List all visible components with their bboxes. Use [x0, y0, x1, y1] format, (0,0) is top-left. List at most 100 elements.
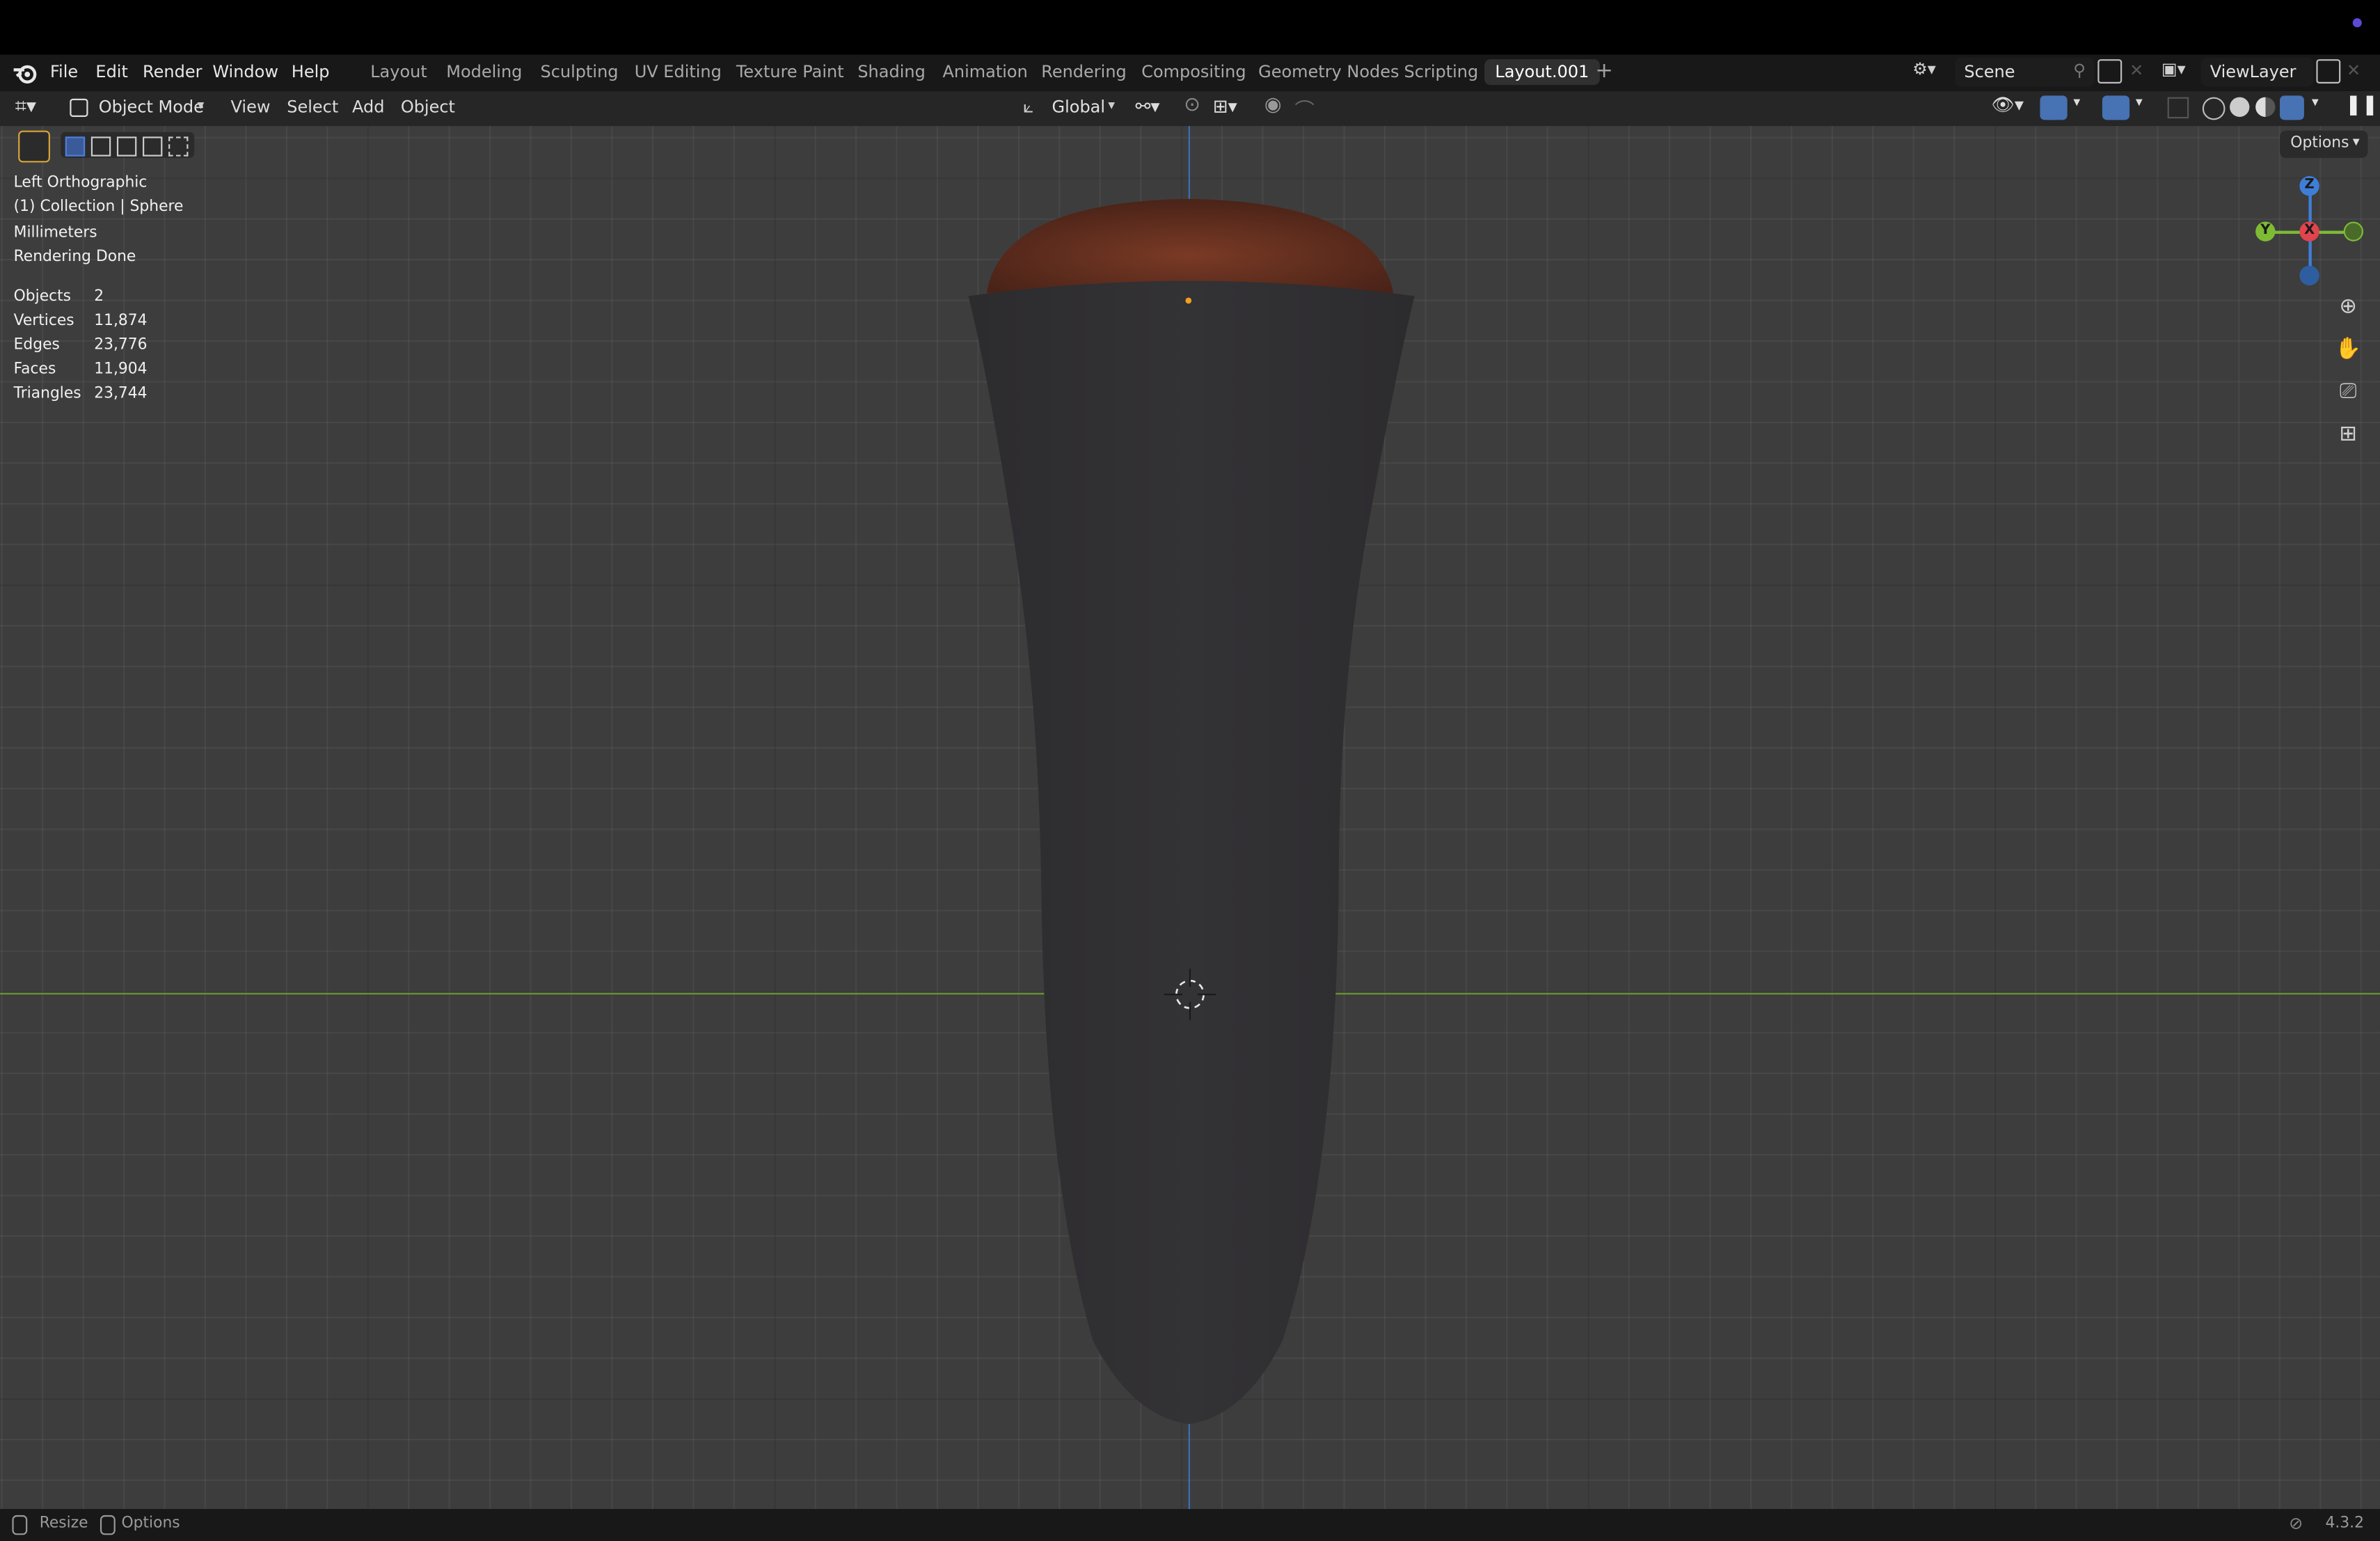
mouse-icon — [12, 1515, 28, 1535]
chevron-down-icon[interactable]: ▾ — [2073, 95, 2080, 111]
transform-orientation-label: Global — [1052, 97, 1106, 117]
zoom-icon[interactable]: ⊕ — [2331, 290, 2365, 324]
rendered-shading-icon[interactable] — [2280, 95, 2304, 120]
snap-target-icon[interactable]: ⊞▾ — [1213, 95, 1237, 117]
stat-value-faces: 11,904 — [94, 361, 148, 379]
network-off-icon: ⊘ — [2289, 1513, 2303, 1534]
viewport-header: ⌗▾ Object Mode ▾ View Select Add Object … — [0, 90, 2380, 127]
gizmo-neg-z-axis[interactable] — [2299, 265, 2319, 286]
tab-uv-editing[interactable]: UV Editing — [635, 62, 722, 81]
menu-help[interactable]: Help — [292, 62, 330, 81]
view-layer-name: ViewLayer — [2210, 62, 2296, 82]
3d-viewport[interactable]: Options ▾ Left Orthographic (1) Collecti… — [0, 126, 2380, 1510]
options-label: Options — [2290, 135, 2349, 152]
tab-shading[interactable]: Shading — [857, 62, 925, 81]
menu-edit[interactable]: Edit — [95, 62, 127, 81]
tab-rendering[interactable]: Rendering — [1041, 62, 1127, 81]
blender-logo-icon[interactable] — [12, 61, 39, 85]
material-shading-icon[interactable] — [2255, 97, 2276, 117]
menu-add[interactable]: Add — [352, 97, 384, 117]
chevron-down-icon[interactable]: ▾ — [2136, 95, 2143, 111]
units-info: Millimeters — [13, 224, 97, 242]
stat-label-objects: Objects — [13, 288, 72, 306]
view-name: Left Orthographic — [13, 174, 148, 191]
camera-icon[interactable]: ⎚ — [2331, 375, 2365, 409]
menu-select[interactable]: Select — [287, 97, 338, 117]
falloff-icon[interactable]: ⌒ — [1294, 94, 1314, 123]
close-icon[interactable]: ✕ — [2129, 61, 2143, 80]
menu-view[interactable]: View — [231, 97, 271, 117]
proportional-edit-icon[interactable]: ◉ — [1264, 94, 1282, 117]
grid-toggle-icon[interactable]: ⊞ — [2331, 418, 2365, 451]
gizmo-y-axis[interactable]: Y — [2255, 221, 2276, 242]
tab-modeling[interactable]: Modeling — [446, 62, 522, 81]
scene-name: Scene — [1964, 62, 2015, 82]
remove-view-layer-icon[interactable]: ✕ — [2347, 61, 2361, 80]
object-mode-label: Object Mode — [98, 97, 204, 117]
select-intersect-icon[interactable] — [168, 136, 189, 157]
gizmo-neg-y-axis[interactable] — [2343, 221, 2364, 242]
stat-value-edges: 23,776 — [94, 337, 148, 354]
select-new-icon[interactable] — [65, 136, 86, 157]
menu-window[interactable]: Window — [212, 62, 278, 81]
transform-orientation-dropdown[interactable]: ⟀ Global ▾ — [1020, 94, 1123, 121]
editor-type-icon[interactable]: ⌗▾ — [15, 95, 36, 118]
tab-sculpting[interactable]: Sculpting — [540, 62, 618, 81]
pivot-icon[interactable]: ⚯▾ — [1135, 95, 1159, 117]
pause-render-icon[interactable]: ❚❚ — [2345, 94, 2379, 117]
transform-orientation-icon: ⟀ — [1023, 95, 1034, 117]
visibility-icon[interactable]: 👁▾ — [1992, 94, 2024, 116]
object-mode-dropdown[interactable]: Object Mode ▾ — [65, 94, 211, 121]
stat-label-vertices: Vertices — [13, 313, 74, 330]
gizmo-x-axis[interactable]: X — [2299, 221, 2319, 242]
select-invert-icon[interactable] — [143, 136, 163, 157]
gizmo-z-axis[interactable]: Z — [2299, 176, 2319, 196]
add-workspace-icon[interactable]: + — [1595, 59, 1613, 84]
selection-mode-group[interactable] — [61, 132, 195, 158]
select-extend-icon[interactable] — [90, 136, 111, 157]
navigation-gizmo[interactable]: Z Y X — [2251, 171, 2372, 293]
tab-animation[interactable]: Animation — [942, 62, 1027, 81]
menu-render[interactable]: Render — [143, 62, 202, 81]
blender-window: File Edit Render Window Help Layout Mode… — [0, 0, 2380, 1541]
stat-label-edges: Edges — [13, 337, 60, 354]
select-subtract-icon[interactable] — [116, 136, 137, 157]
scene-name-field[interactable]: Scene ⚲ — [1955, 57, 2095, 87]
stat-value-triangles: 23,744 — [94, 386, 148, 403]
sphere-object[interactable] — [941, 187, 1442, 1446]
gizmo-icon[interactable] — [2040, 95, 2068, 120]
chevron-down-icon[interactable]: ▾ — [2312, 95, 2319, 111]
tab-geometry-nodes[interactable]: Geometry Nodes — [1258, 62, 1399, 81]
pin-icon[interactable]: ⚲ — [2073, 61, 2086, 80]
wireframe-shading-icon[interactable] — [2202, 97, 2226, 120]
xray-icon[interactable] — [2167, 97, 2189, 119]
menu-file[interactable]: File — [50, 62, 78, 81]
tab-layout[interactable]: Layout — [370, 62, 427, 81]
scene-selector-icon[interactable]: ⚙▾ — [1912, 59, 1952, 86]
select-box-icon[interactable] — [18, 130, 50, 163]
snap-icon[interactable]: ⊙ — [1184, 94, 1200, 117]
solid-shading-icon[interactable] — [2230, 97, 2250, 117]
render-status: Rendering Done — [13, 248, 136, 266]
tab-texture-paint[interactable]: Texture Paint — [736, 62, 844, 81]
menu-object[interactable]: Object — [401, 97, 455, 117]
chevron-down-icon: ▾ — [2352, 135, 2360, 150]
stat-value-objects: 2 — [94, 288, 104, 306]
view-layer-field[interactable]: ViewLayer — [2200, 57, 2314, 87]
stat-value-vertices: 11,874 — [94, 313, 148, 330]
3d-cursor-icon[interactable] — [1164, 968, 1216, 1020]
stat-label-triangles: Triangles — [13, 386, 81, 403]
version-label: 4.3.2 — [2325, 1515, 2364, 1532]
view-layer-icon[interactable]: ▣▾ — [2161, 59, 2198, 86]
top-bar: File Edit Render Window Help Layout Mode… — [0, 54, 2380, 91]
tab-layout-001[interactable]: Layout.001 — [1484, 59, 1600, 86]
overlay-icon[interactable] — [2102, 95, 2130, 120]
tab-compositing[interactable]: Compositing — [1141, 62, 1246, 81]
new-view-layer-icon[interactable] — [2316, 59, 2341, 84]
pan-hand-icon[interactable]: ✋ — [2331, 333, 2365, 366]
notification-dot — [2352, 18, 2362, 28]
new-scene-icon[interactable] — [2097, 59, 2123, 84]
options-dropdown[interactable]: Options ▾ — [2280, 130, 2368, 158]
status-resize: Resize — [39, 1515, 88, 1532]
tab-scripting[interactable]: Scripting — [1404, 62, 1479, 81]
